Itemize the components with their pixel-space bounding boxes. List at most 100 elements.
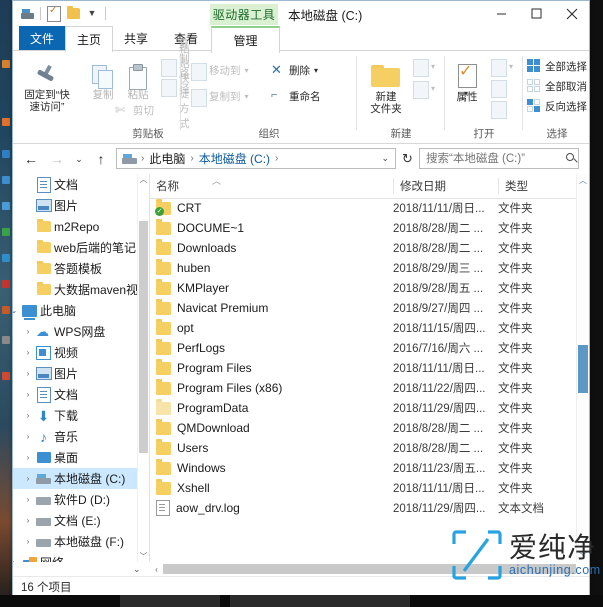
file-scroll-thumb[interactable] <box>578 345 588 393</box>
nav-item-2[interactable]: m2Repo <box>13 216 149 237</box>
history-button[interactable] <box>491 99 507 119</box>
nav-item-13[interactable]: › 桌面 <box>13 447 149 468</box>
properties-caret[interactable]: ▾ <box>464 89 468 98</box>
taskbar-icon[interactable] <box>2 60 10 68</box>
breadcrumb-this-pc[interactable]: 此电脑 <box>147 150 187 167</box>
easy-access-button[interactable]: ▾ <box>413 79 435 99</box>
table-row[interactable]: Program Files 2018/11/11/周日... 文件夹 <box>150 358 589 378</box>
expander-icon[interactable]: › <box>21 474 35 483</box>
nav-scroll-up-icon[interactable]: ︿ <box>138 174 149 185</box>
file-name-cell[interactable]: Downloads <box>156 238 236 258</box>
nav-pane-dropdown-icon[interactable]: ⌄ <box>133 564 141 575</box>
maximize-button[interactable] <box>519 1 554 26</box>
nav-item-18[interactable]: › 网络 <box>13 552 149 562</box>
file-name-cell[interactable]: QMDownload <box>156 418 250 438</box>
new-folder-button[interactable]: 新建 文件夹 <box>361 57 411 115</box>
forward-button[interactable]: → <box>47 150 67 168</box>
taskbar-icon[interactable] <box>2 254 10 262</box>
table-row[interactable]: Windows 2018/11/23/周五... 文件夹 <box>150 458 589 478</box>
table-row[interactable]: huben 2018/8/29/周三 ... 文件夹 <box>150 258 589 278</box>
file-name-cell[interactable]: ✓ CRT <box>155 198 201 218</box>
nav-item-7[interactable]: › ☁ WPS网盘 <box>13 321 149 342</box>
file-name-cell[interactable]: ProgramData <box>156 398 248 418</box>
file-list-scrollbar[interactable]: ︿ ﹀ <box>576 174 589 562</box>
tab-manage[interactable]: 管理 <box>211 26 280 54</box>
table-row[interactable]: DOCUME~1 2018/8/28/周二 ... 文件夹 <box>150 218 589 238</box>
taskbar-icon[interactable] <box>2 372 10 380</box>
table-row[interactable]: QMDownload 2018/8/28/周二 ... 文件夹 <box>150 418 589 438</box>
properties-button[interactable]: 属性 ▾ <box>447 57 487 103</box>
table-row[interactable]: opt 2018/11/15/周四... 文件夹 <box>150 318 589 338</box>
back-button[interactable]: ← <box>21 150 41 168</box>
nav-item-8[interactable]: › 视频 <box>13 342 149 363</box>
table-row[interactable]: Downloads 2018/8/28/周二 ... 文件夹 <box>150 238 589 258</box>
breadcrumb-dropdown-icon[interactable]: ⌄ <box>381 153 389 164</box>
expander-icon[interactable]: › <box>13 558 21 562</box>
table-row[interactable]: KMPlayer 2018/9/28/周五 ... 文件夹 <box>150 278 589 298</box>
paste-button[interactable]: 粘贴 <box>115 55 161 101</box>
refresh-button[interactable]: ↻ <box>402 151 413 167</box>
cut-button[interactable]: ✄ 剪切 <box>115 101 154 119</box>
tab-share[interactable]: 共享 <box>111 26 161 51</box>
expander-icon[interactable]: › <box>21 369 35 378</box>
delete-button[interactable]: ✕ 删除 ▾ <box>271 61 318 79</box>
properties-icon[interactable] <box>46 5 62 22</box>
file-name-cell[interactable]: Windows <box>156 458 226 478</box>
nav-item-5[interactable]: 大数据maven视 <box>13 279 149 300</box>
select-none-button[interactable]: 全部取消 <box>527 77 587 95</box>
customize-dropdown-icon[interactable]: ▼ <box>84 6 100 22</box>
recent-locations-button[interactable]: ⌄ <box>69 150 89 168</box>
expander-icon[interactable]: › <box>21 327 35 336</box>
search-box[interactable] <box>419 148 579 169</box>
move-to-button[interactable]: 移动到 ▾ <box>191 61 249 81</box>
nav-item-15[interactable]: › 软件D (D:) <box>13 489 149 510</box>
column-header-name[interactable]: 名称 ︿ <box>150 174 393 198</box>
nav-item-6[interactable]: ⌄ 此电脑 <box>13 300 149 321</box>
desktop-taskbar-strip[interactable] <box>0 0 12 607</box>
new-folder-icon[interactable] <box>65 6 81 22</box>
nav-scrollbar[interactable]: ︿ ﹀ <box>137 174 149 562</box>
tab-file[interactable]: 文件 <box>19 26 65 51</box>
contextual-tab-drive-tools[interactable]: 驱动器工具 <box>210 4 278 25</box>
taskbar-icon[interactable] <box>2 202 10 210</box>
expander-icon[interactable]: › <box>21 432 35 441</box>
drive-icon[interactable] <box>19 6 35 22</box>
quick-access-toolbar[interactable]: ▼ <box>19 4 108 23</box>
table-row[interactable]: aow_drv.log 2018/11/29/周四... 文本文档 <box>150 498 589 518</box>
hscroll-left-icon[interactable]: ‹ <box>150 565 163 574</box>
edit-button[interactable] <box>491 78 507 98</box>
close-button[interactable] <box>554 1 589 26</box>
up-button[interactable]: ↑ <box>91 150 111 168</box>
file-name-cell[interactable]: KMPlayer <box>156 278 229 298</box>
file-name-cell[interactable]: huben <box>156 258 210 278</box>
open-with-button[interactable]: ▾ <box>491 57 513 77</box>
taskbar-icon[interactable] <box>2 118 10 126</box>
invert-selection-button[interactable]: 反向选择 <box>527 97 587 115</box>
nav-item-11[interactable]: › ⬇ 下载 <box>13 405 149 426</box>
expander-icon[interactable]: › <box>21 390 35 399</box>
nav-scroll-thumb[interactable] <box>139 221 148 453</box>
nav-item-0[interactable]: 文档⚲ <box>13 174 149 195</box>
pin-to-quick-access-button[interactable]: 固定到“快 速访问” <box>19 55 75 113</box>
file-name-cell[interactable]: Program Files <box>156 358 252 378</box>
table-row[interactable]: ProgramData 2018/11/29/周四... 文件夹 <box>150 398 589 418</box>
file-name-cell[interactable]: aow_drv.log <box>156 498 240 518</box>
expander-icon[interactable]: › <box>21 453 35 462</box>
nav-item-9[interactable]: › 图片 <box>13 363 149 384</box>
file-name-cell[interactable]: Program Files (x86) <box>156 378 282 398</box>
table-row[interactable]: Navicat Premium 2018/9/27/周四 ... 文件夹 <box>150 298 589 318</box>
expander-icon[interactable]: › <box>21 516 35 525</box>
minimize-button[interactable] <box>484 1 519 26</box>
nav-item-4[interactable]: 答题模板 <box>13 258 149 279</box>
file-name-cell[interactable]: Xshell <box>156 478 210 498</box>
rename-button[interactable]: ⌐ 重命名 <box>271 87 321 105</box>
expander-icon[interactable]: › <box>21 411 35 420</box>
nav-item-1[interactable]: 图片⚲ <box>13 195 149 216</box>
expander-icon[interactable]: ⌄ <box>13 306 21 315</box>
file-scroll-up-icon[interactable]: ︿ <box>577 174 589 186</box>
expander-icon[interactable]: › <box>21 537 35 546</box>
expander-icon[interactable]: › <box>21 348 35 357</box>
column-header-date[interactable]: 修改日期 <box>394 174 498 198</box>
nav-item-14[interactable]: › 本地磁盘 (C:) <box>13 468 149 489</box>
copy-to-button[interactable]: 复制到 ▾ <box>191 87 249 107</box>
